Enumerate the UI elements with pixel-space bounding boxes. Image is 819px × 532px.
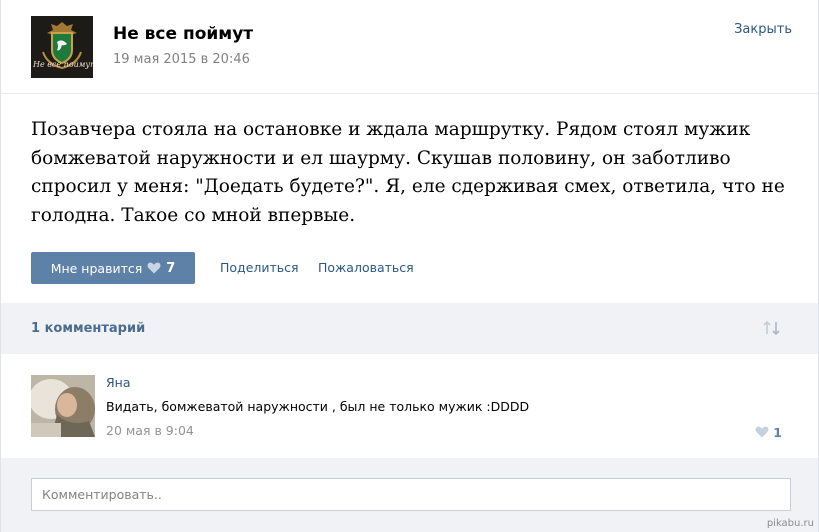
avatar-logo-text: Не все поймут: [33, 60, 93, 69]
group-name[interactable]: Не все поймут: [113, 24, 253, 44]
heart-icon: [755, 423, 769, 442]
header-divider: [1, 93, 818, 94]
comment-text: Видать, бомжеватой наружности , был не т…: [106, 399, 530, 414]
comment-input-bar: [1, 458, 818, 532]
comment-date[interactable]: 20 мая в 9:04: [106, 423, 194, 438]
heart-icon: [147, 262, 161, 274]
comment-like-count: 1: [773, 425, 782, 440]
watermark: pikabu.ru: [766, 518, 814, 529]
comments-count: 1 комментарий: [31, 321, 146, 336]
like-label: Мне нравится: [50, 260, 143, 276]
post-date[interactable]: 19 мая 2015 в 20:46: [113, 52, 250, 67]
report-link[interactable]: Пожаловаться: [318, 260, 414, 275]
group-avatar[interactable]: Не все поймут: [31, 16, 93, 78]
comment-input[interactable]: [31, 478, 791, 511]
comment-author-avatar[interactable]: [31, 375, 95, 437]
sort-arrows-icon[interactable]: [762, 319, 782, 341]
post-text: Позавчера стояла на остановке и ждала ма…: [31, 119, 785, 226]
comment-like-button[interactable]: 1: [755, 423, 782, 442]
close-link[interactable]: Закрыть: [734, 22, 792, 37]
comments-header: 1 комментарий: [1, 303, 818, 354]
comment-author[interactable]: Яна: [106, 375, 131, 390]
share-link[interactable]: Поделиться: [220, 260, 299, 275]
like-button[interactable]: Мне нравится 7: [31, 252, 195, 284]
post-card: Не все поймут Не все поймут 19 мая 2015 …: [0, 0, 819, 532]
like-count: 7: [166, 260, 176, 276]
